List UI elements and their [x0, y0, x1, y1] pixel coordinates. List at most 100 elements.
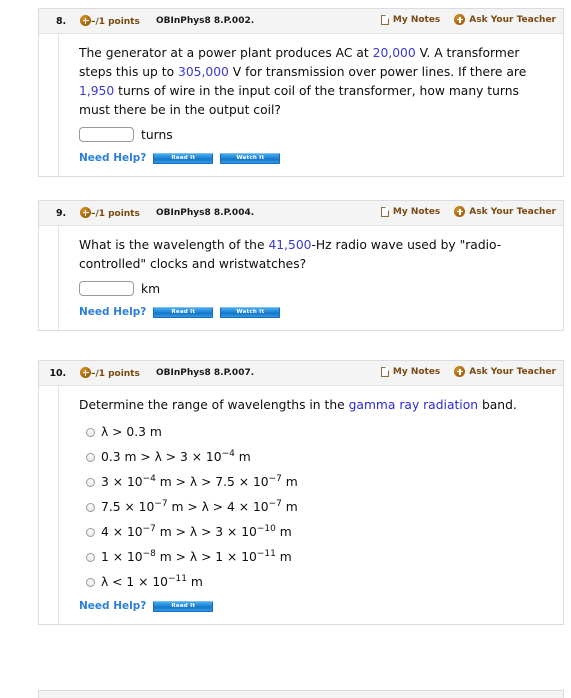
radio-button[interactable]	[86, 578, 95, 587]
answer-row: km	[79, 281, 549, 296]
radio-button[interactable]	[86, 478, 95, 487]
question-number: 9.	[55, 208, 66, 219]
need-help-label: Need Help?	[79, 306, 147, 318]
ask-your-teacher-button[interactable]: Ask Your Teacher	[454, 14, 556, 25]
ask-your-teacher-button[interactable]: Ask Your Teacher	[454, 366, 556, 377]
read-it-button[interactable]: Read It	[153, 306, 214, 318]
points-value: –/1	[91, 209, 106, 219]
options-group: λ > 0.3 m 0.3 m > λ > 3 × 10−4 m 3 × 10−…	[79, 424, 549, 590]
answer-option[interactable]: 7.5 × 10−7 m > λ > 4 × 10−7 m	[86, 499, 549, 515]
points-label: points	[108, 17, 140, 27]
points-label: points	[108, 369, 140, 379]
question-card: 10. –/1 points OBInPhys8 8.P.007. My Note…	[38, 360, 564, 625]
my-notes-button[interactable]: My Notes	[380, 14, 441, 25]
answer-input[interactable]	[79, 281, 134, 296]
option-label: 4 × 10−7 m > λ > 3 × 10−10 m	[101, 523, 292, 539]
option-label: λ < 1 × 10−11 m	[101, 573, 203, 589]
document-icon	[380, 366, 389, 377]
answer-unit-label: km	[141, 281, 161, 296]
answer-option[interactable]: λ > 0.3 m	[86, 424, 549, 440]
my-notes-label: My Notes	[392, 206, 441, 217]
plus-circle-icon[interactable]	[80, 15, 91, 26]
question-text-link[interactable]: gamma ray radiation	[349, 398, 478, 412]
ask-your-teacher-label: Ask Your Teacher	[469, 14, 556, 25]
question-points: –/1 points	[80, 15, 140, 27]
question-text-value: 20,000	[372, 46, 416, 60]
question-text: The generator at a power plant produces …	[79, 44, 549, 120]
option-label: 0.3 m > λ > 3 × 10−4 m	[101, 448, 251, 464]
read-it-button[interactable]: Read It	[153, 152, 214, 164]
question-text: What is the wavelength of the 41,500-Hz …	[79, 236, 549, 274]
question-tools: My Notes Ask Your Teacher	[380, 366, 556, 377]
question-body: What is the wavelength of the 41,500-Hz …	[58, 226, 563, 330]
question-text-segment: What is the wavelength of the	[79, 238, 269, 252]
watch-it-button[interactable]: Watch It	[220, 152, 281, 164]
my-notes-label: My Notes	[392, 366, 441, 377]
option-label: 3 × 10−4 m > λ > 7.5 × 10−7 m	[101, 473, 298, 489]
read-it-button[interactable]: Read It	[153, 600, 214, 612]
points-label: points	[108, 209, 140, 219]
answer-option[interactable]: 3 × 10−4 m > λ > 7.5 × 10−7 m	[86, 474, 549, 490]
assignment-page: 8. –/1 points OBInPhys8 8.P.002. My Notes…	[0, 0, 571, 698]
need-help-row: Need Help? Read It Watch It	[79, 306, 549, 318]
answer-row: turns	[79, 127, 549, 142]
radio-button[interactable]	[86, 503, 95, 512]
my-notes-button[interactable]: My Notes	[380, 206, 441, 217]
radio-button[interactable]	[86, 553, 95, 562]
plus-circle-icon	[454, 14, 466, 25]
answer-unit-label: turns	[141, 127, 173, 142]
question-body: Determine the range of wavelengths in th…	[58, 386, 563, 624]
question-points: –/1 points	[80, 367, 140, 379]
ask-your-teacher-label: Ask Your Teacher	[469, 366, 556, 377]
question-header: 10. –/1 points OBInPhys8 8.P.007. My Note…	[39, 361, 563, 386]
plus-circle-icon[interactable]	[80, 367, 91, 378]
option-label: 7.5 × 10−7 m > λ > 4 × 10−7 m	[101, 498, 298, 514]
points-value: –/1	[91, 17, 106, 27]
answer-option[interactable]: λ < 1 × 10−11 m	[86, 574, 549, 590]
radio-button[interactable]	[86, 528, 95, 537]
need-help-row: Need Help? Read It	[79, 600, 549, 612]
question-tools: My Notes Ask Your Teacher	[380, 206, 556, 217]
answer-input[interactable]	[79, 127, 134, 142]
question-text: Determine the range of wavelengths in th…	[79, 396, 549, 415]
question-text-segment: Determine the range of wavelengths in th…	[79, 398, 349, 412]
answer-option[interactable]: 4 × 10−7 m > λ > 3 × 10−10 m	[86, 524, 549, 540]
question-text-segment: turns of wire in the input coil of the t…	[79, 84, 519, 117]
question-text-value: 41,500	[268, 238, 312, 252]
next-question-card-partial	[38, 690, 564, 698]
answer-option[interactable]: 1 × 10−8 m > λ > 1 × 10−11 m	[86, 549, 549, 565]
question-header: 9. –/1 points OBInPhys8 8.P.004. My Notes…	[39, 201, 563, 226]
document-icon	[380, 14, 389, 25]
question-text-value: 305,000	[178, 65, 229, 79]
question-text-segment: V for transmission over power lines. If …	[228, 65, 527, 79]
question-code: OBInPhys8 8.P.007.	[156, 368, 255, 378]
question-number: 10.	[49, 368, 66, 379]
my-notes-label: My Notes	[392, 14, 441, 25]
option-label: 1 × 10−8 m > λ > 1 × 10−11 m	[101, 548, 292, 564]
question-number: 8.	[55, 16, 66, 27]
points-value: –/1	[91, 369, 106, 379]
plus-circle-icon	[454, 206, 466, 217]
document-icon	[380, 206, 389, 217]
question-text-segment: The generator at a power plant produces …	[79, 46, 373, 60]
question-card: 8. –/1 points OBInPhys8 8.P.002. My Notes…	[38, 8, 564, 177]
question-points: –/1 points	[80, 207, 140, 219]
plus-circle-icon	[454, 366, 466, 377]
answer-option[interactable]: 0.3 m > λ > 3 × 10−4 m	[86, 449, 549, 465]
plus-circle-icon[interactable]	[80, 207, 91, 218]
question-body: The generator at a power plant produces …	[58, 34, 563, 176]
question-text-segment: band.	[478, 398, 517, 412]
question-card: 9. –/1 points OBInPhys8 8.P.004. My Notes…	[38, 200, 564, 331]
radio-button[interactable]	[86, 453, 95, 462]
question-code: OBInPhys8 8.P.004.	[156, 208, 255, 218]
need-help-label: Need Help?	[79, 152, 147, 164]
question-code: OBInPhys8 8.P.002.	[156, 16, 255, 26]
my-notes-button[interactable]: My Notes	[380, 366, 441, 377]
question-text-value: 1,950	[79, 84, 115, 98]
need-help-label: Need Help?	[79, 600, 147, 612]
question-tools: My Notes Ask Your Teacher	[380, 14, 556, 25]
ask-your-teacher-button[interactable]: Ask Your Teacher	[454, 206, 556, 217]
watch-it-button[interactable]: Watch It	[220, 306, 281, 318]
radio-button[interactable]	[86, 428, 95, 437]
need-help-row: Need Help? Read It Watch It	[79, 152, 549, 164]
